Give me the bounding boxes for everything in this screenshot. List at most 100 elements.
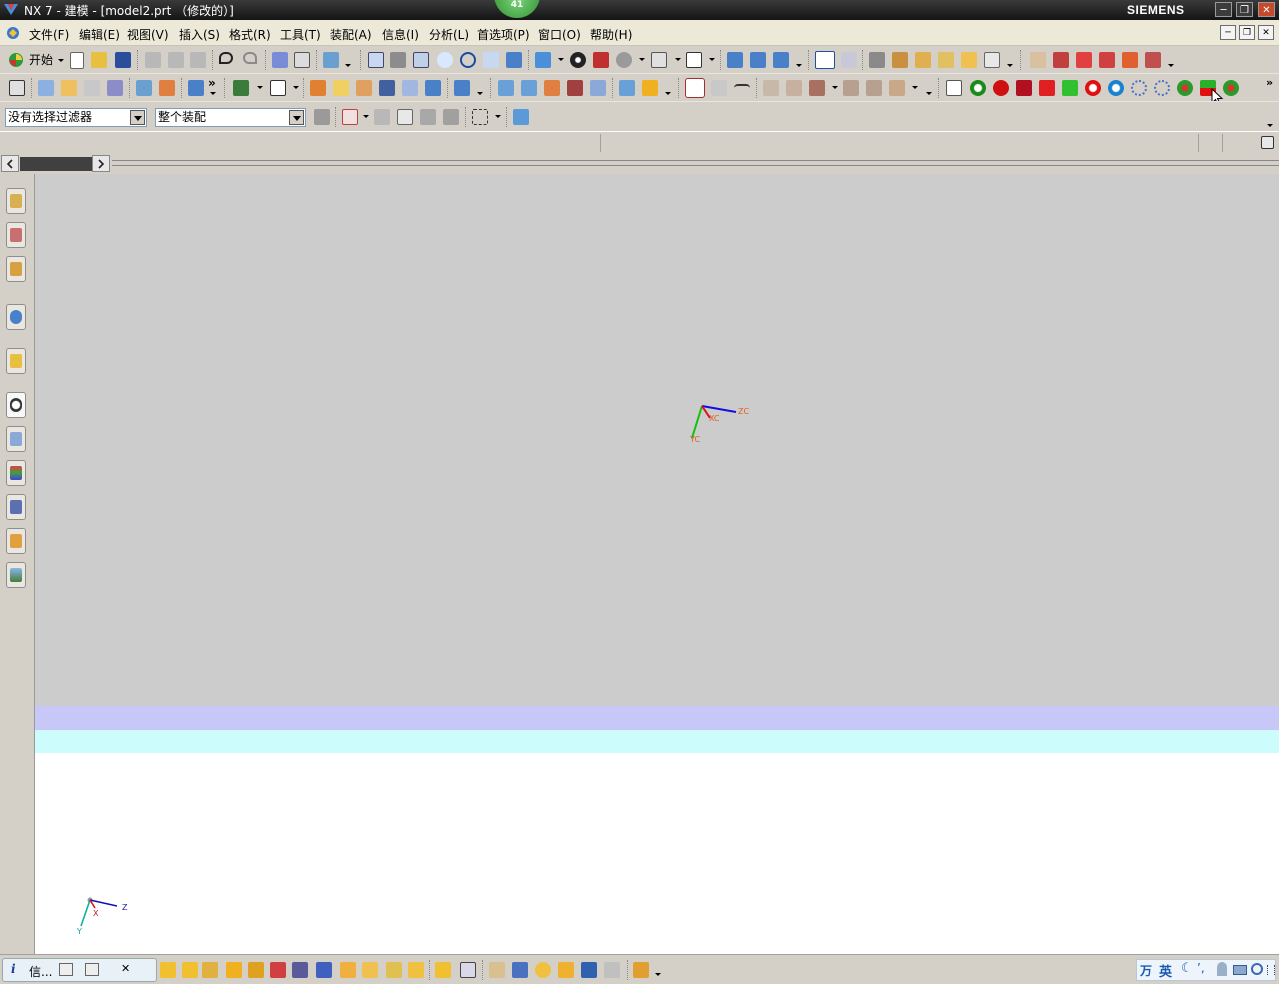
ime-settings-icon[interactable] (1251, 963, 1263, 975)
view-triad[interactable]: Z X Y (75, 892, 135, 937)
doc-restore-button[interactable]: ❐ (1239, 25, 1255, 40)
zoom-in-out-icon[interactable] (437, 52, 453, 68)
surface-icon-1[interactable] (498, 80, 514, 96)
paste-icon[interactable] (190, 52, 206, 68)
assembly-navigator-button[interactable] (6, 188, 26, 214)
constraint-navigator-button[interactable] (6, 222, 26, 248)
bearing-icon-1[interactable] (1177, 80, 1193, 96)
more-curve-dropdown-icon[interactable] (926, 92, 932, 95)
curve-icon-3[interactable] (1099, 52, 1115, 68)
graphics-window[interactable]: ZC YC XC Z X Y (35, 174, 1279, 954)
bridge-curve-icon[interactable] (843, 80, 859, 96)
curve-analysis-icon[interactable] (1030, 52, 1046, 68)
cylinder-red-icon[interactable] (1016, 80, 1032, 96)
layout-dropdown-icon[interactable] (675, 58, 681, 61)
tab-restore-icon[interactable] (59, 963, 73, 976)
block-dropdown-icon[interactable] (210, 92, 216, 95)
deselect-icon[interactable] (374, 109, 390, 125)
spring-red-icon[interactable] (1039, 80, 1055, 96)
process-studio-button[interactable] (6, 460, 26, 486)
app-menu-icon[interactable] (5, 25, 21, 41)
selection-bar-overflow-icon[interactable] (1267, 124, 1273, 127)
menu-edit[interactable]: 编辑(E) (79, 26, 120, 43)
bottom-tool-icon-13[interactable] (435, 962, 451, 978)
chamfer-icon[interactable] (333, 80, 349, 96)
moon-icon[interactable]: ☾ (1181, 961, 1193, 976)
join-curve-icon[interactable] (866, 80, 882, 96)
measure-face-icon[interactable] (938, 52, 954, 68)
select-all-icon[interactable] (314, 109, 330, 125)
measure-dropdown-icon[interactable] (1007, 64, 1013, 67)
ime-menu-icon[interactable] (1267, 965, 1275, 975)
bottom-tool-icon-4[interactable] (226, 962, 242, 978)
minimize-button[interactable]: ─ (1215, 2, 1232, 17)
thicken-dropdown-icon[interactable] (665, 92, 671, 95)
bottom-tool-icon-16[interactable] (512, 962, 528, 978)
curve-icon-1[interactable] (1053, 52, 1069, 68)
system-scenes-button[interactable] (6, 562, 26, 588)
bottom-tool-icon-5[interactable] (248, 962, 264, 978)
menu-view[interactable]: 视图(V) (127, 26, 169, 43)
type-filter-select[interactable]: 没有选择过滤器 (5, 108, 147, 127)
spline-icon[interactable] (734, 84, 750, 92)
snap-settings-icon[interactable] (342, 109, 358, 125)
selection-dropdown-icon[interactable] (345, 64, 351, 67)
edge-filter-icon[interactable] (443, 109, 459, 125)
user-icon[interactable] (1217, 962, 1227, 976)
zoom-window-icon[interactable] (390, 52, 406, 68)
ring-blue-icon[interactable] (1108, 80, 1124, 96)
render-dropdown-icon[interactable] (558, 58, 564, 61)
angle-icon[interactable] (915, 52, 931, 68)
punctuation-icon[interactable]: ’, (1197, 961, 1205, 975)
bottom-tool-icon-1[interactable] (160, 962, 176, 978)
bottom-tool-icon-6[interactable] (270, 962, 286, 978)
sketch-curve-icon[interactable] (711, 80, 727, 96)
surface-icon-3[interactable] (544, 80, 560, 96)
bottom-tool-icon-21[interactable] (633, 962, 649, 978)
bottom-tool-icon-9[interactable] (340, 962, 356, 978)
open-folder-icon[interactable] (91, 52, 107, 68)
ruler-icon[interactable] (892, 52, 908, 68)
bottom-tool-dropdown-icon[interactable] (655, 973, 661, 976)
chevron-down-icon[interactable] (289, 110, 304, 125)
fullscreen-toggle-icon[interactable] (1261, 136, 1274, 149)
tab-close-icon[interactable]: ✕ (121, 962, 130, 975)
curve-icon-5[interactable] (1145, 52, 1161, 68)
draft-icon[interactable] (379, 80, 395, 96)
boss-icon[interactable] (159, 80, 175, 96)
wcs-triad[interactable]: ZC YC XC (680, 396, 760, 446)
rect-select-dropdown-icon[interactable] (495, 115, 501, 118)
measure-body-icon[interactable] (961, 52, 977, 68)
background-dropdown-icon[interactable] (709, 58, 715, 61)
rotate-icon[interactable] (460, 52, 476, 68)
bottom-tool-icon-20[interactable] (604, 962, 620, 978)
extrude-icon[interactable] (38, 80, 54, 96)
unite-icon[interactable] (233, 80, 249, 96)
new-file-icon[interactable] (70, 52, 84, 69)
close-button[interactable]: ✕ (1258, 2, 1275, 17)
manufacturing-wizard-button[interactable] (6, 494, 26, 520)
save-icon[interactable] (115, 52, 131, 68)
curve-dropdown-icon[interactable] (1168, 64, 1174, 67)
ime-mode-label[interactable]: 英 (1159, 961, 1172, 980)
sketch-icon[interactable] (685, 78, 705, 98)
repeat-command-icon[interactable] (272, 52, 288, 68)
sweep-icon[interactable] (84, 80, 100, 96)
measure-mass-icon[interactable] (984, 52, 1000, 68)
undo-icon[interactable] (219, 52, 233, 64)
doc-minimize-button[interactable]: ─ (1220, 25, 1236, 40)
view-dropdown-icon[interactable] (639, 58, 645, 61)
surface-icon-2[interactable] (521, 80, 537, 96)
tab-maximize-icon[interactable] (85, 963, 99, 976)
menu-information[interactable]: 信息(I) (382, 26, 419, 43)
toolbar-overflow-glyph[interactable]: » (1266, 76, 1273, 89)
gear-outline-icon-1[interactable] (1131, 80, 1147, 96)
intersect-curve-icon[interactable] (786, 80, 802, 96)
shell-icon[interactable] (356, 80, 372, 96)
bottom-tool-icon-10[interactable] (362, 962, 378, 978)
ring-red-icon[interactable] (1085, 80, 1101, 96)
ime-logo[interactable]: 万 (1140, 962, 1152, 979)
chevron-down-icon[interactable] (130, 110, 145, 125)
surface-icon-5[interactable] (590, 80, 606, 96)
bottom-tool-icon-19[interactable] (581, 962, 597, 978)
